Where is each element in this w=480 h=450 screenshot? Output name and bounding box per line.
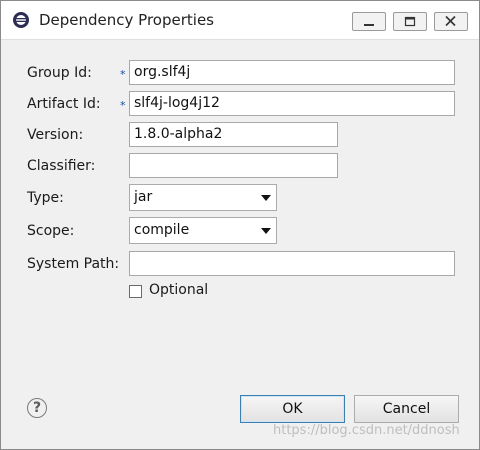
- scope-label: Scope:: [27, 223, 75, 239]
- scope-select-value: compile: [134, 222, 190, 238]
- version-label: Version:: [27, 127, 84, 143]
- artifact-id-required-marker: *: [120, 99, 126, 112]
- type-select-value: jar: [134, 189, 153, 205]
- eclipse-app-icon: [13, 12, 29, 28]
- system-path-label: System Path:: [27, 256, 120, 272]
- maximize-icon: [404, 16, 416, 27]
- optional-label[interactable]: Optional: [149, 282, 208, 298]
- version-field[interactable]: 1.8.0-alpha2: [129, 122, 338, 147]
- scope-select[interactable]: compile: [129, 217, 277, 244]
- group-id-label: Group Id:: [27, 65, 92, 81]
- artifact-id-field[interactable]: slf4j-log4j12: [129, 91, 455, 116]
- minimize-button[interactable]: [352, 12, 386, 31]
- dependency-properties-dialog: Dependency Properties Group Id: * org.sl…: [0, 0, 480, 450]
- ok-button[interactable]: OK: [240, 395, 345, 423]
- title-bar[interactable]: Dependency Properties: [1, 1, 479, 40]
- type-label: Type:: [27, 190, 64, 206]
- cancel-button[interactable]: Cancel: [354, 395, 459, 423]
- watermark-text: https://blog.csdn.net/ddnosh: [273, 423, 460, 438]
- artifact-id-label: Artifact Id:: [27, 96, 101, 112]
- minimize-icon: [364, 24, 374, 26]
- classifier-field[interactable]: [129, 153, 338, 178]
- optional-checkbox[interactable]: [129, 285, 142, 298]
- close-icon: [445, 15, 456, 27]
- group-id-required-marker: *: [120, 68, 126, 81]
- dialog-content: Group Id: * org.slf4j Artifact Id: * slf…: [1, 40, 479, 449]
- close-button[interactable]: [434, 12, 468, 31]
- chevron-down-icon: [261, 195, 271, 201]
- help-button[interactable]: ?: [27, 398, 47, 418]
- window-title: Dependency Properties: [39, 11, 214, 29]
- group-id-field[interactable]: org.slf4j: [129, 60, 455, 85]
- classifier-label: Classifier:: [27, 158, 96, 174]
- system-path-field[interactable]: [129, 251, 455, 276]
- chevron-down-icon: [261, 228, 271, 234]
- type-select[interactable]: jar: [129, 184, 277, 211]
- maximize-button[interactable]: [393, 12, 427, 31]
